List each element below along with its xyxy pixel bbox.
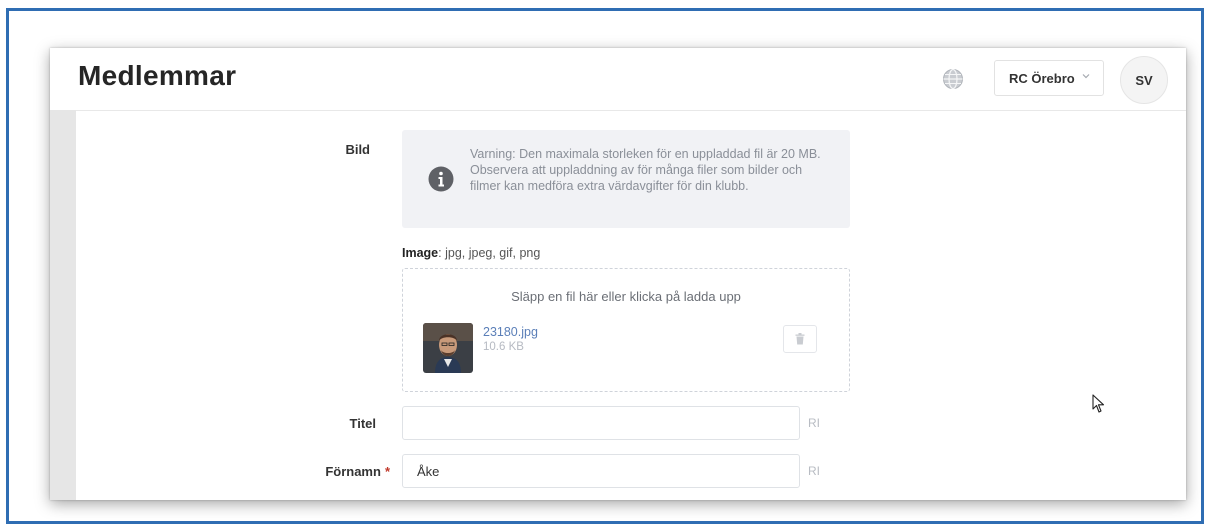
delete-file-button[interactable] [783, 325, 817, 353]
formats-label: Image [402, 246, 439, 260]
fornamn-input[interactable] [402, 454, 800, 488]
info-icon [428, 166, 454, 192]
bild-label: Bild [345, 142, 370, 157]
file-size: 10.6 KB [483, 341, 524, 353]
fornamn-label-wrap: Förnamn * [270, 464, 390, 479]
formats-value: : jpg, jpeg, gif, png [438, 246, 541, 260]
file-name[interactable]: 23180.jpg [483, 325, 538, 339]
image-formats: Image: jpg, jpeg, gif, png [402, 246, 540, 260]
sidebar-strip [50, 110, 76, 500]
app-window: Medlemmar RC Örebro SV Bild Varning: Den… [50, 48, 1186, 500]
drop-hint: Släpp en fil här eller klicka på ladda u… [511, 289, 741, 304]
globe-icon[interactable] [942, 68, 964, 90]
chevron-down-icon [1082, 74, 1090, 79]
file-thumbnail [423, 323, 473, 373]
page-header: Medlemmar RC Örebro SV [50, 48, 1186, 111]
warning-text: Varning: Den maximala storleken för en u… [470, 147, 821, 193]
titel-input[interactable] [402, 406, 800, 440]
page-title: Medlemmar [78, 60, 237, 91]
file-dropzone[interactable]: Släpp en fil här eller klicka på ladda u… [402, 268, 850, 392]
user-avatar[interactable]: SV [1120, 56, 1168, 104]
club-select[interactable]: RC Örebro [994, 60, 1104, 96]
titel-label: Titel [349, 416, 377, 431]
upload-warning: Varning: Den maximala storleken för en u… [402, 130, 850, 228]
club-select-value: RC Örebro [1009, 70, 1075, 86]
trash-icon [795, 333, 805, 345]
mouse-cursor-icon [1092, 394, 1105, 413]
fornamn-label: Förnamn [325, 464, 381, 479]
fornamn-suffix: RI [808, 464, 820, 478]
required-mark: * [384, 464, 390, 479]
titel-suffix: RI [808, 416, 820, 430]
